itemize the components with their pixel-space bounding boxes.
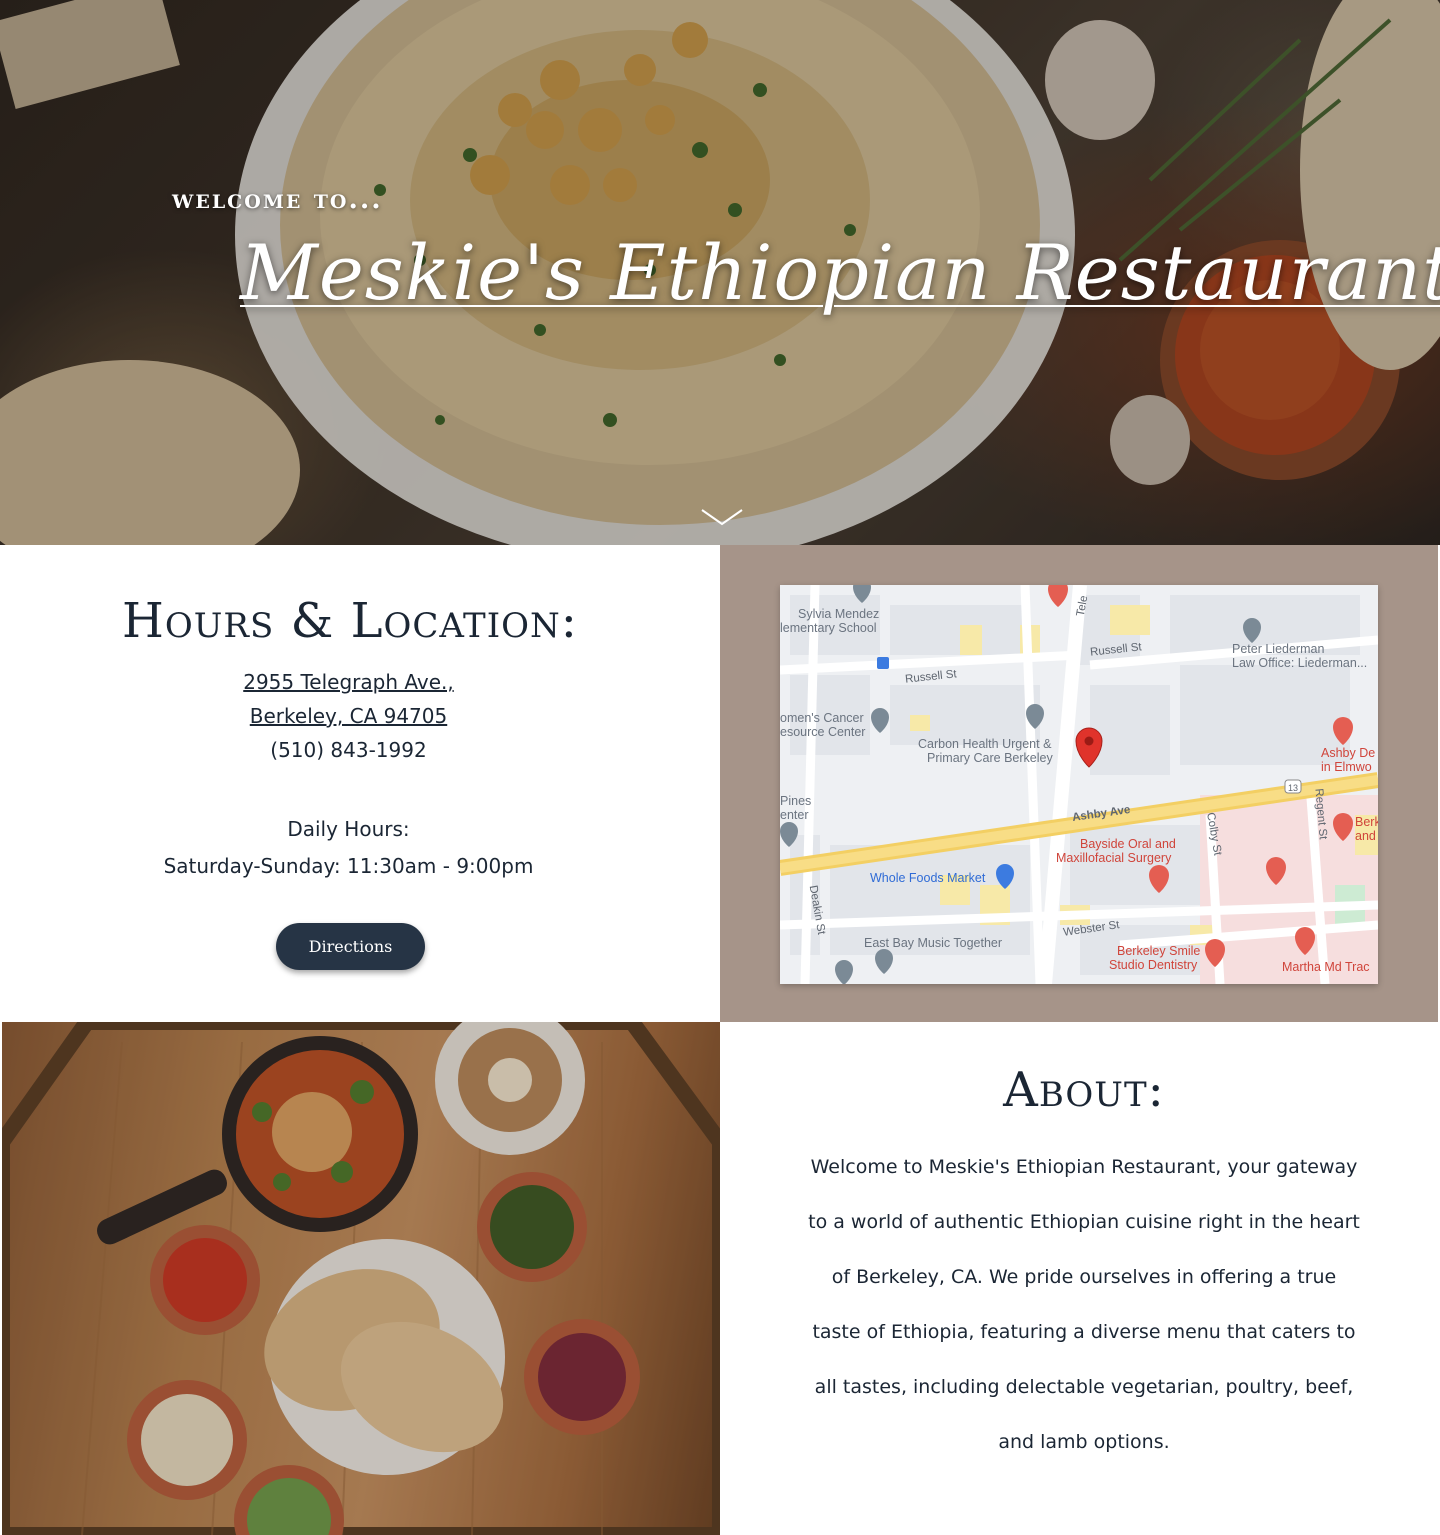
about-section: About: Welcome to Meskie's Ethiopian Res… xyxy=(720,1022,1440,1535)
phone-number: (510) 843-1992 xyxy=(270,738,427,762)
map-panel: Sylvia Mendez lementary School Russell S… xyxy=(720,545,1438,1022)
hours-heading: Hours & Location: xyxy=(122,593,578,649)
map-label: Whole Foods Market xyxy=(870,871,986,885)
map-label: Martha Md Trac xyxy=(1282,960,1370,974)
chevron-down-icon[interactable] xyxy=(700,506,744,530)
map-label: Berk xyxy=(1355,815,1378,829)
map-label: East Bay Music Together xyxy=(864,936,1003,950)
map-label: Carbon Health Urgent & xyxy=(918,737,1052,751)
address-line2-link[interactable]: Berkeley, CA 94705 xyxy=(250,704,447,728)
hours-text: Saturday-Sunday: 11:30am - 9:00pm xyxy=(163,854,534,878)
map-label: in Elmwo xyxy=(1321,760,1372,774)
map-label: Law Office: Liederman... xyxy=(1232,656,1368,670)
map-label: Ashby De xyxy=(1321,746,1376,760)
map-label: omen's Cancer xyxy=(780,711,864,725)
directions-button[interactable]: Directions xyxy=(276,923,425,970)
about-body: Welcome to Meskie's Ethiopian Restaurant… xyxy=(808,1156,1360,1453)
food-image xyxy=(2,1022,720,1535)
location-map[interactable]: Sylvia Mendez lementary School Russell S… xyxy=(780,585,1378,984)
map-label: Sylvia Mendez xyxy=(798,607,880,621)
map-label: 13 xyxy=(1288,783,1299,793)
map-label: Berkeley Smile xyxy=(1117,944,1201,958)
address-line1-link[interactable]: 2955 Telegraph Ave., xyxy=(243,670,454,694)
map-label: Maxillofacial Surgery xyxy=(1056,851,1172,865)
map-label: Studio Dentistry xyxy=(1109,958,1198,972)
map-label: Peter Liederman xyxy=(1232,642,1325,656)
restaurant-title-link[interactable]: Meskie's Ethiopian Restaurant xyxy=(240,228,1440,317)
welcome-text: welcome to... xyxy=(172,184,383,215)
daily-hours-label: Daily Hours: xyxy=(287,817,410,841)
about-heading: About: xyxy=(1003,1062,1165,1118)
map-label: Bayside Oral and xyxy=(1080,837,1176,851)
map-label: lementary School xyxy=(780,621,877,635)
map-label: esource Center xyxy=(780,725,866,739)
map-label: and xyxy=(1355,829,1376,843)
map-label: Primary Care Berkeley xyxy=(927,751,1053,765)
hero-banner: welcome to... Meskie's Ethiopian Restaur… xyxy=(0,0,1440,545)
map-label: enter xyxy=(780,808,809,822)
map-label: Pines xyxy=(780,794,812,808)
hours-location-section: Hours & Location: 2955 Telegraph Ave., B… xyxy=(0,545,720,1022)
food-photo xyxy=(2,1022,720,1535)
